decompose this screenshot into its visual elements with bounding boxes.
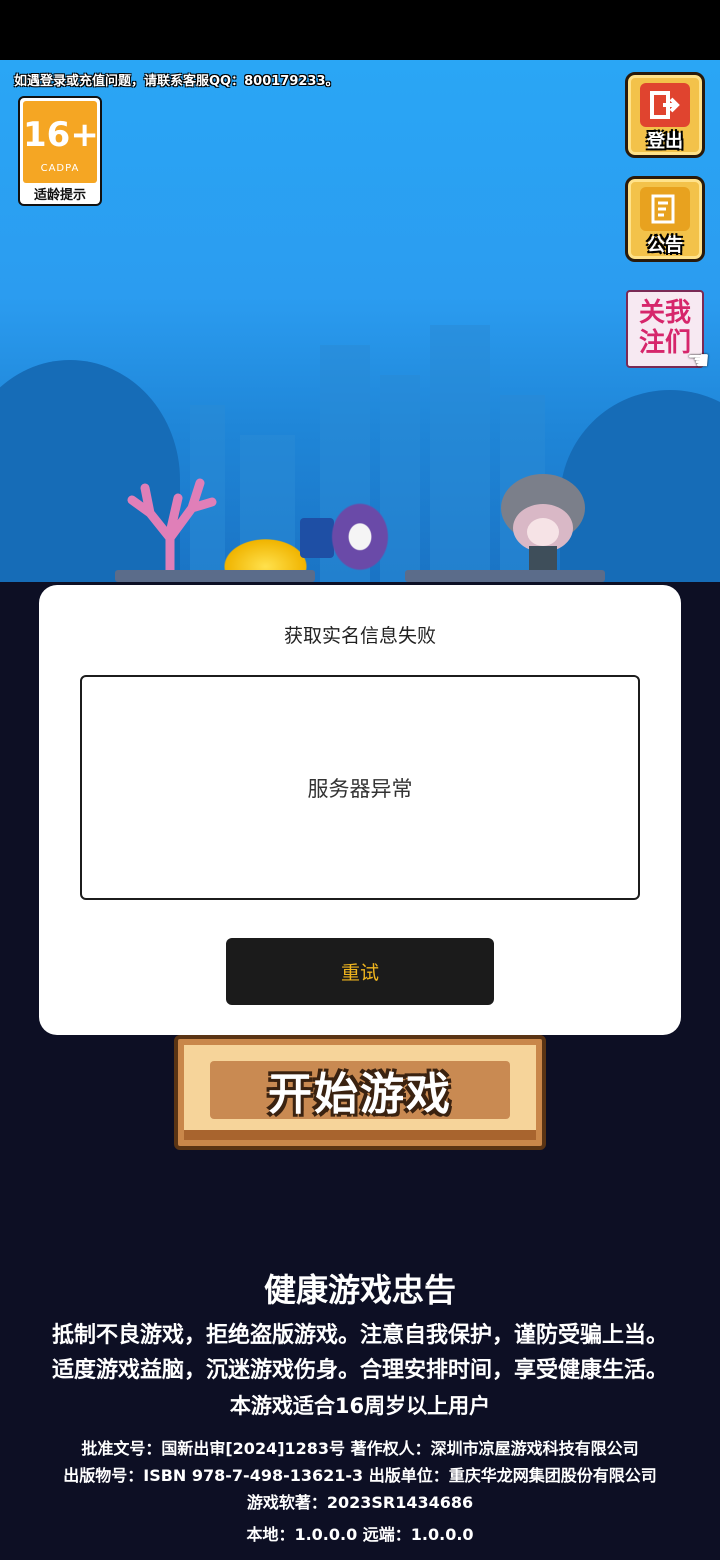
clam-character xyxy=(325,503,395,578)
dialog-message: 服务器异常 xyxy=(307,776,413,801)
publication-line-3: 游戏软著：2023SR1434686 xyxy=(246,1493,474,1512)
health-advice-line-1: 抵制不良游戏，拒绝盗版游戏。注意自我保护，谨防受骗上当。 xyxy=(51,1323,668,1348)
announcement-label: 公告 xyxy=(647,235,683,256)
logout-label: 登出 xyxy=(647,131,683,152)
announcement-button[interactable]: 公告 xyxy=(625,176,705,262)
age-suitability-line: 本游戏适合16周岁以上用户 xyxy=(229,1394,491,1418)
logout-button[interactable]: 登出 xyxy=(625,72,705,158)
logout-icon xyxy=(640,83,690,127)
pointer-hand-icon: ☚ xyxy=(686,346,710,376)
status-bar xyxy=(0,0,720,60)
health-advice-line-2: 适度游戏益脑，沉迷游戏伤身。合理安排时间，享受健康生活。 xyxy=(51,1358,668,1383)
announcement-icon xyxy=(640,187,690,231)
start-game-button[interactable]: 开始游戏 xyxy=(174,1035,546,1150)
dialog-title: 获取实名信息失败 xyxy=(283,625,436,647)
age-rating-org: CADPA xyxy=(40,163,80,174)
age-rating-hint: 适龄提示 xyxy=(33,188,86,203)
version-info: 本地：1.0.0.0 远端：1.0.0.0 xyxy=(246,1525,474,1544)
player-character xyxy=(501,474,585,572)
ledge-left xyxy=(115,570,315,582)
retry-button[interactable]: 重试 xyxy=(226,938,494,1005)
age-rating-number: 16+ xyxy=(23,115,99,155)
health-advice-title: 健康游戏忠告 xyxy=(263,1271,456,1309)
retry-label: 重试 xyxy=(340,962,379,984)
support-notice: 如遇登录或充值问题，请联系客服QQ：800179233。 xyxy=(14,74,339,89)
start-game-label: 开始游戏 xyxy=(210,1061,510,1120)
follow-us-button[interactable]: 关我 注们 ☚ xyxy=(626,290,710,376)
follow-us-line1: 关我 xyxy=(638,298,691,328)
publication-line-1: 批准文号：国新出审[2024]1283号 著作权人：深圳市凉屋游戏科技有限公司 xyxy=(81,1439,639,1458)
dialog-message-box: 服务器异常 xyxy=(80,675,640,900)
ledge-right xyxy=(405,570,605,582)
coral-decoration xyxy=(127,478,217,573)
publication-line-2: 出版物号：ISBN 978-7-498-13621-3 出版单位：重庆华龙网集团… xyxy=(63,1466,657,1485)
realname-error-dialog: 获取实名信息失败 服务器异常 重试 xyxy=(39,585,681,1035)
age-rating-badge[interactable]: 16+ CADPA 适龄提示 xyxy=(18,96,102,206)
